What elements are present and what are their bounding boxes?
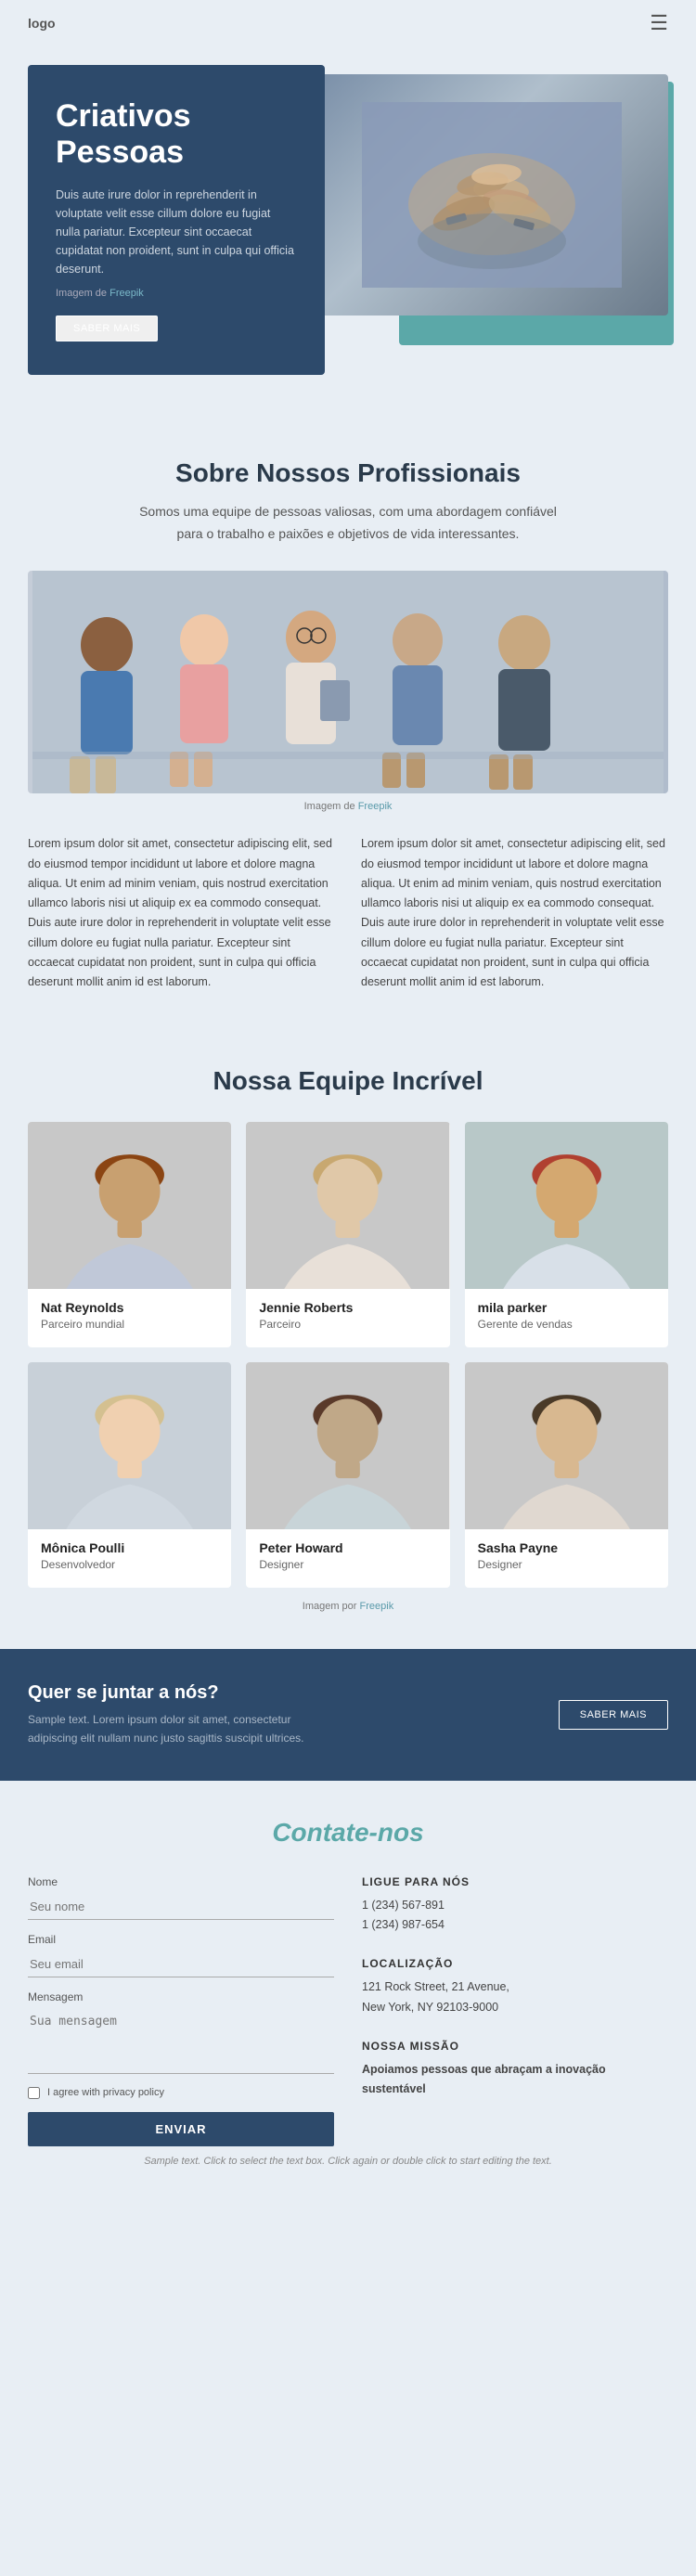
location-title: LOCALIZAÇÃO — [362, 1957, 668, 1970]
mission-title: NOSSA MISSÃO — [362, 2040, 668, 2053]
sample-text: Sample text. Click to select the text bo… — [28, 2156, 668, 2167]
contact-info-block: LIGUE PARA NÓS 1 (234) 567-891 1 (234) 9… — [362, 1875, 668, 2146]
hero-section: Criativos Pessoas Duis aute irure dolor … — [0, 46, 696, 412]
cta-description: Sample text. Lorem ipsum dolor sit amet,… — [28, 1711, 343, 1746]
team-grid: Nat Reynolds Parceiro mundial Jennie Rob… — [28, 1122, 668, 1588]
mission-block: NOSSA MISSÃO Apoiamos pessoas que abraça… — [362, 2040, 668, 2100]
name-label: Nome — [28, 1875, 334, 1888]
freepik-link-2[interactable]: Freepik — [358, 801, 393, 812]
message-input[interactable] — [28, 2009, 334, 2074]
phone1: 1 (234) 567-891 — [362, 1896, 668, 1915]
message-label: Mensagem — [28, 1990, 334, 2003]
team-photo-image — [32, 571, 664, 793]
privacy-label: I agree with privacy policy — [47, 2087, 164, 2098]
team-card: Mônica Poulli Desenvolvedor — [28, 1362, 231, 1588]
privacy-checkbox[interactable] — [28, 2087, 40, 2099]
cta-text-block: Quer se juntar a nós? Sample text. Lorem… — [28, 1682, 343, 1746]
hands-image — [362, 102, 622, 288]
about-col1: Lorem ipsum dolor sit amet, consectetur … — [28, 834, 335, 992]
hero-img-credit: Imagem de Freepik — [56, 286, 297, 303]
team-member-role: Parceiro — [259, 1318, 436, 1331]
freepik-link-3[interactable]: Freepik — [360, 1601, 394, 1612]
contact-title: Contate-nos — [28, 1818, 668, 1848]
team-member-name: Nat Reynolds — [41, 1300, 218, 1315]
team-member-role: Designer — [259, 1558, 436, 1571]
hero-photo — [316, 74, 668, 316]
team-card: Nat Reynolds Parceiro mundial — [28, 1122, 231, 1347]
freepik-link[interactable]: Freepik — [110, 288, 144, 299]
navbar: logo ☰ — [0, 0, 696, 46]
team-member-photo — [246, 1362, 449, 1529]
contact-form: Nome Email Mensagem I agree with privacy… — [28, 1875, 334, 2146]
contact-grid: Nome Email Mensagem I agree with privacy… — [28, 1875, 668, 2146]
submit-button[interactable]: ENVIAR — [28, 2112, 334, 2146]
team-member-name: Sasha Payne — [478, 1540, 655, 1555]
cta-button[interactable]: SABER MAIS — [559, 1700, 668, 1730]
team-member-photo — [28, 1122, 231, 1289]
team-card: Peter Howard Designer — [246, 1362, 449, 1588]
team-member-photo — [28, 1362, 231, 1529]
about-subtitle: Somos uma equipe de pessoas valiosas, co… — [125, 501, 571, 546]
team-member-name: Jennie Roberts — [259, 1300, 436, 1315]
team-member-photo — [246, 1122, 449, 1289]
phone-block: LIGUE PARA NÓS 1 (234) 567-891 1 (234) 9… — [362, 1875, 668, 1936]
team-caption: Imagem por Freepik — [28, 1601, 668, 1612]
mission-text: Apoiamos pessoas que abraçam a inovação … — [362, 2060, 668, 2100]
team-card: mila parker Gerente de vendas — [465, 1122, 668, 1347]
contact-section: Contate-nos Nome Email Mensagem I agree … — [0, 1781, 696, 2213]
cta-section: Quer se juntar a nós? Sample text. Lorem… — [0, 1649, 696, 1780]
hero-card: Criativos Pessoas Duis aute irure dolor … — [28, 65, 325, 375]
team-card: Jennie Roberts Parceiro — [246, 1122, 449, 1347]
team-member-role: Parceiro mundial — [41, 1318, 218, 1331]
privacy-checkbox-row: I agree with privacy policy — [28, 2087, 334, 2099]
location-block: LOCALIZAÇÃO 121 Rock Street, 21 Avenue,N… — [362, 1957, 668, 2017]
about-title: Sobre Nossos Profissionais — [28, 458, 668, 488]
team-title: Nossa Equipe Incrível — [28, 1066, 668, 1096]
hero-image-wrapper — [316, 65, 668, 375]
team-member-role: Gerente de vendas — [478, 1318, 655, 1331]
about-text-columns: Lorem ipsum dolor sit amet, consectetur … — [28, 834, 668, 992]
email-group: Email — [28, 1933, 334, 1977]
team-member-photo — [465, 1362, 668, 1529]
hero-description: Duis aute irure dolor in reprehenderit i… — [56, 186, 297, 278]
name-group: Nome — [28, 1875, 334, 1920]
cta-title: Quer se juntar a nós? — [28, 1682, 343, 1704]
menu-icon[interactable]: ☰ — [650, 11, 668, 35]
about-col2: Lorem ipsum dolor sit amet, consectetur … — [361, 834, 668, 992]
team-section: Nossa Equipe Incrível Nat Reynolds Parce… — [0, 1029, 696, 1630]
about-section: Sobre Nossos Profissionais Somos uma equ… — [0, 412, 696, 1030]
email-label: Email — [28, 1933, 334, 1946]
address: 121 Rock Street, 21 Avenue,New York, NY … — [362, 1977, 668, 2017]
message-group: Mensagem — [28, 1990, 334, 2074]
email-input[interactable] — [28, 1951, 334, 1977]
team-member-role: Desenvolvedor — [41, 1558, 218, 1571]
hero-cta-button[interactable]: SABER MAIS — [56, 316, 158, 341]
logo: logo — [28, 16, 56, 31]
team-card: Sasha Payne Designer — [465, 1362, 668, 1588]
team-member-name: Mônica Poulli — [41, 1540, 218, 1555]
about-photo-caption: Imagem de Freepik — [28, 801, 668, 812]
team-member-role: Designer — [478, 1558, 655, 1571]
team-member-name: mila parker — [478, 1300, 655, 1315]
name-input[interactable] — [28, 1894, 334, 1920]
hero-title: Criativos Pessoas — [56, 98, 297, 171]
phone2: 1 (234) 987-654 — [362, 1915, 668, 1935]
team-member-photo — [465, 1122, 668, 1289]
phone-title: LIGUE PARA NÓS — [362, 1875, 668, 1888]
about-team-photo — [28, 571, 668, 793]
team-member-name: Peter Howard — [259, 1540, 436, 1555]
